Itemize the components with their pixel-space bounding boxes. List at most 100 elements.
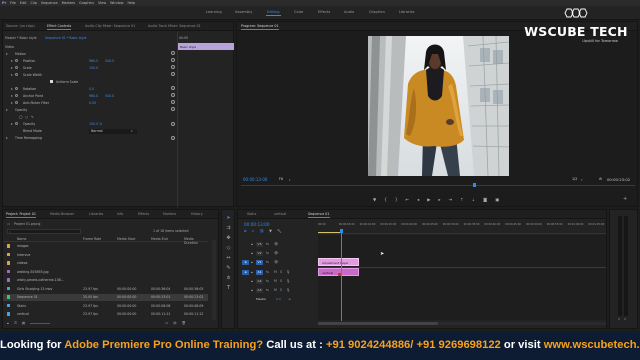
banner-website[interactable]: www.wscubetech.com xyxy=(544,339,640,351)
stopwatch-icon[interactable] xyxy=(15,58,19,62)
sync-lock-icon[interactable]: ⇆ xyxy=(266,279,269,283)
meter-solo-left[interactable]: S xyxy=(618,317,620,321)
workspace-libraries[interactable]: Libraries xyxy=(399,10,415,14)
timeline-timecode[interactable]: 00:00:13:00 xyxy=(244,222,270,227)
track-name[interactable]: A3 xyxy=(256,288,263,293)
col-media-start[interactable]: Media Start xyxy=(117,237,135,241)
workspace-assembly[interactable]: Assembly xyxy=(235,10,252,14)
selection-tool-icon[interactable]: ➤ xyxy=(225,215,232,222)
tab-source[interactable]: Source: (no clips) xyxy=(6,24,35,28)
snap-icon[interactable]: ⊂ xyxy=(252,229,255,233)
timeline-scroll-thumb[interactable] xyxy=(318,322,438,325)
sync-lock-icon[interactable]: ⇆ xyxy=(266,260,269,264)
reset-icon[interactable] xyxy=(171,135,175,140)
quality-dropdown-icon[interactable]: ▾ xyxy=(581,178,583,182)
track-name[interactable]: V1 xyxy=(256,260,263,265)
ec-row[interactable]: Motion xyxy=(3,51,178,57)
go-to-in-icon[interactable]: ⇤ xyxy=(406,197,410,202)
source-patch-toggle[interactable] xyxy=(242,279,249,284)
mute-track-icon[interactable]: M xyxy=(274,279,277,283)
step-back-icon[interactable]: ◂ xyxy=(417,197,419,202)
project-item-row[interactable]: images xyxy=(3,243,208,250)
label-color-swatch[interactable] xyxy=(7,303,11,308)
expand-triangle-icon[interactable] xyxy=(11,73,13,76)
eye-icon[interactable]: 👁︎ xyxy=(274,260,278,264)
trash-icon[interactable]: 🗑︎ xyxy=(182,321,186,325)
ec-prop-value[interactable]: 100.0 % xyxy=(89,122,102,126)
workspace-graphics[interactable]: Graphics xyxy=(369,10,385,14)
menu-markers[interactable]: Markers xyxy=(62,1,76,5)
menu-edit[interactable]: Edit xyxy=(20,1,27,5)
ec-row[interactable]: Scale Width xyxy=(3,72,178,78)
add-marker-timeline-icon[interactable]: ▼ xyxy=(269,229,272,233)
ec-prop-value[interactable]: 960.0 xyxy=(89,94,98,98)
adjustment-layer-clip[interactable]: Adjustment Layer xyxy=(318,258,359,266)
ec-clip-label[interactable]: Sequence 01 * Basic style xyxy=(45,36,87,40)
project-item-row[interactable]: Intervue xyxy=(3,252,208,259)
list-view-icon[interactable]: ☰ xyxy=(14,321,17,325)
go-to-end-icon[interactable]: ⇥ xyxy=(288,297,291,301)
workspace-learning[interactable]: Learning xyxy=(206,10,222,14)
timeline-settings-icon[interactable]: 🔧︎ xyxy=(277,229,282,233)
program-title[interactable]: Program: Sequence 01 xyxy=(241,24,279,30)
label-color-swatch[interactable] xyxy=(7,312,11,316)
lock-track-icon[interactable]: 🔒︎ xyxy=(251,251,253,255)
tab-effects[interactable]: Effects xyxy=(138,212,149,216)
audio-track-header[interactable]: 🔒︎ A2 ⇆ M S 🎙︎ xyxy=(238,277,318,285)
project-item-row[interactable]: Girls Studying 13.mov 23.97 fps 00:00:00:0… xyxy=(3,286,208,293)
col-name[interactable]: Name xyxy=(17,237,26,241)
label-color-swatch[interactable] xyxy=(7,252,11,257)
label-color-swatch[interactable] xyxy=(7,261,11,265)
workspace-audio[interactable]: Audio xyxy=(344,10,354,14)
label-color-swatch[interactable] xyxy=(7,295,11,299)
master-track-header[interactable]: Master 0.0 ⇥ xyxy=(238,295,318,303)
col-media-end[interactable]: Media End xyxy=(151,237,168,241)
tab-markers[interactable]: Markers xyxy=(163,212,176,216)
ec-prop-value[interactable]: 0.00 xyxy=(89,101,96,105)
solo-track-icon[interactable]: S xyxy=(280,279,282,283)
ec-prop-value-2[interactable]: 540.0 xyxy=(105,59,114,63)
blend-mode-select[interactable]: Normal xyxy=(89,129,137,134)
project-item-row[interactable]: vertical 23.97 fps 00:00:00:00 00:00:11:11 0… xyxy=(3,311,208,318)
work-area-bar[interactable] xyxy=(318,232,340,233)
tab-libraries[interactable]: Libraries xyxy=(89,212,103,216)
tab-media-browser[interactable]: Media Browser xyxy=(50,212,74,216)
video-track-header[interactable]: 🔒︎ V2 ⇆ 👁︎ xyxy=(238,249,318,257)
tab-history[interactable]: History xyxy=(191,212,203,216)
sync-lock-icon[interactable]: ⇆ xyxy=(266,251,269,255)
stopwatch-icon[interactable] xyxy=(15,100,19,104)
label-color-swatch[interactable] xyxy=(7,286,11,291)
video-track-header[interactable]: ▪ 🔒︎ V1 ⇆ 👁︎ xyxy=(238,258,318,266)
mute-track-icon[interactable]: M xyxy=(274,270,277,274)
track-name[interactable]: A1 xyxy=(256,270,263,275)
ec-row[interactable]: Time Remapping xyxy=(3,135,178,142)
new-bin-icon[interactable]: ▭ xyxy=(165,321,168,325)
stopwatch-icon[interactable] xyxy=(15,122,19,126)
tab-audio-track-mixer[interactable]: Audio Track Mixer: Sequence 01 xyxy=(148,24,201,28)
voice-over-icon[interactable]: 🎙︎ xyxy=(286,270,290,274)
razor-tool-icon[interactable]: ◇ xyxy=(225,245,232,252)
sync-lock-icon[interactable]: ⇆ xyxy=(266,242,269,246)
track-name[interactable]: V2 xyxy=(256,251,263,256)
uniform-scale-checkbox[interactable] xyxy=(50,79,54,83)
menu-file[interactable]: File xyxy=(10,1,16,5)
expand-triangle-icon[interactable] xyxy=(11,94,13,97)
fit-dropdown-icon[interactable]: ▾ xyxy=(289,178,291,182)
source-patch-toggle[interactable]: ▪ xyxy=(242,270,249,275)
lock-icon[interactable]: 🔒︎ xyxy=(7,321,9,325)
audio-track-header[interactable]: 🔒︎ A3 ⇆ M S 🎙︎ xyxy=(238,286,318,294)
project-item-row[interactable]: Sequence 01 25.00 fps 00:00:00:00 00:00:23:… xyxy=(3,294,208,301)
stopwatch-icon[interactable] xyxy=(15,86,19,90)
ec-prop-value-2[interactable]: 540.0 xyxy=(105,94,114,98)
new-item-icon[interactable]: ▤ xyxy=(173,321,176,325)
solo-track-icon[interactable]: S xyxy=(280,288,282,292)
stopwatch-icon[interactable] xyxy=(15,93,19,97)
expand-triangle-icon[interactable] xyxy=(11,87,13,90)
expand-triangle-icon[interactable] xyxy=(11,123,13,125)
type-tool-icon[interactable]: T xyxy=(225,285,232,292)
eye-icon[interactable]: 👁︎ xyxy=(274,242,278,246)
program-playhead[interactable] xyxy=(473,183,476,187)
eye-icon[interactable]: 👁︎ xyxy=(274,251,278,255)
step-forward-icon[interactable]: ▸ xyxy=(438,197,440,202)
lock-track-icon[interactable]: 🔒︎ xyxy=(251,288,253,292)
